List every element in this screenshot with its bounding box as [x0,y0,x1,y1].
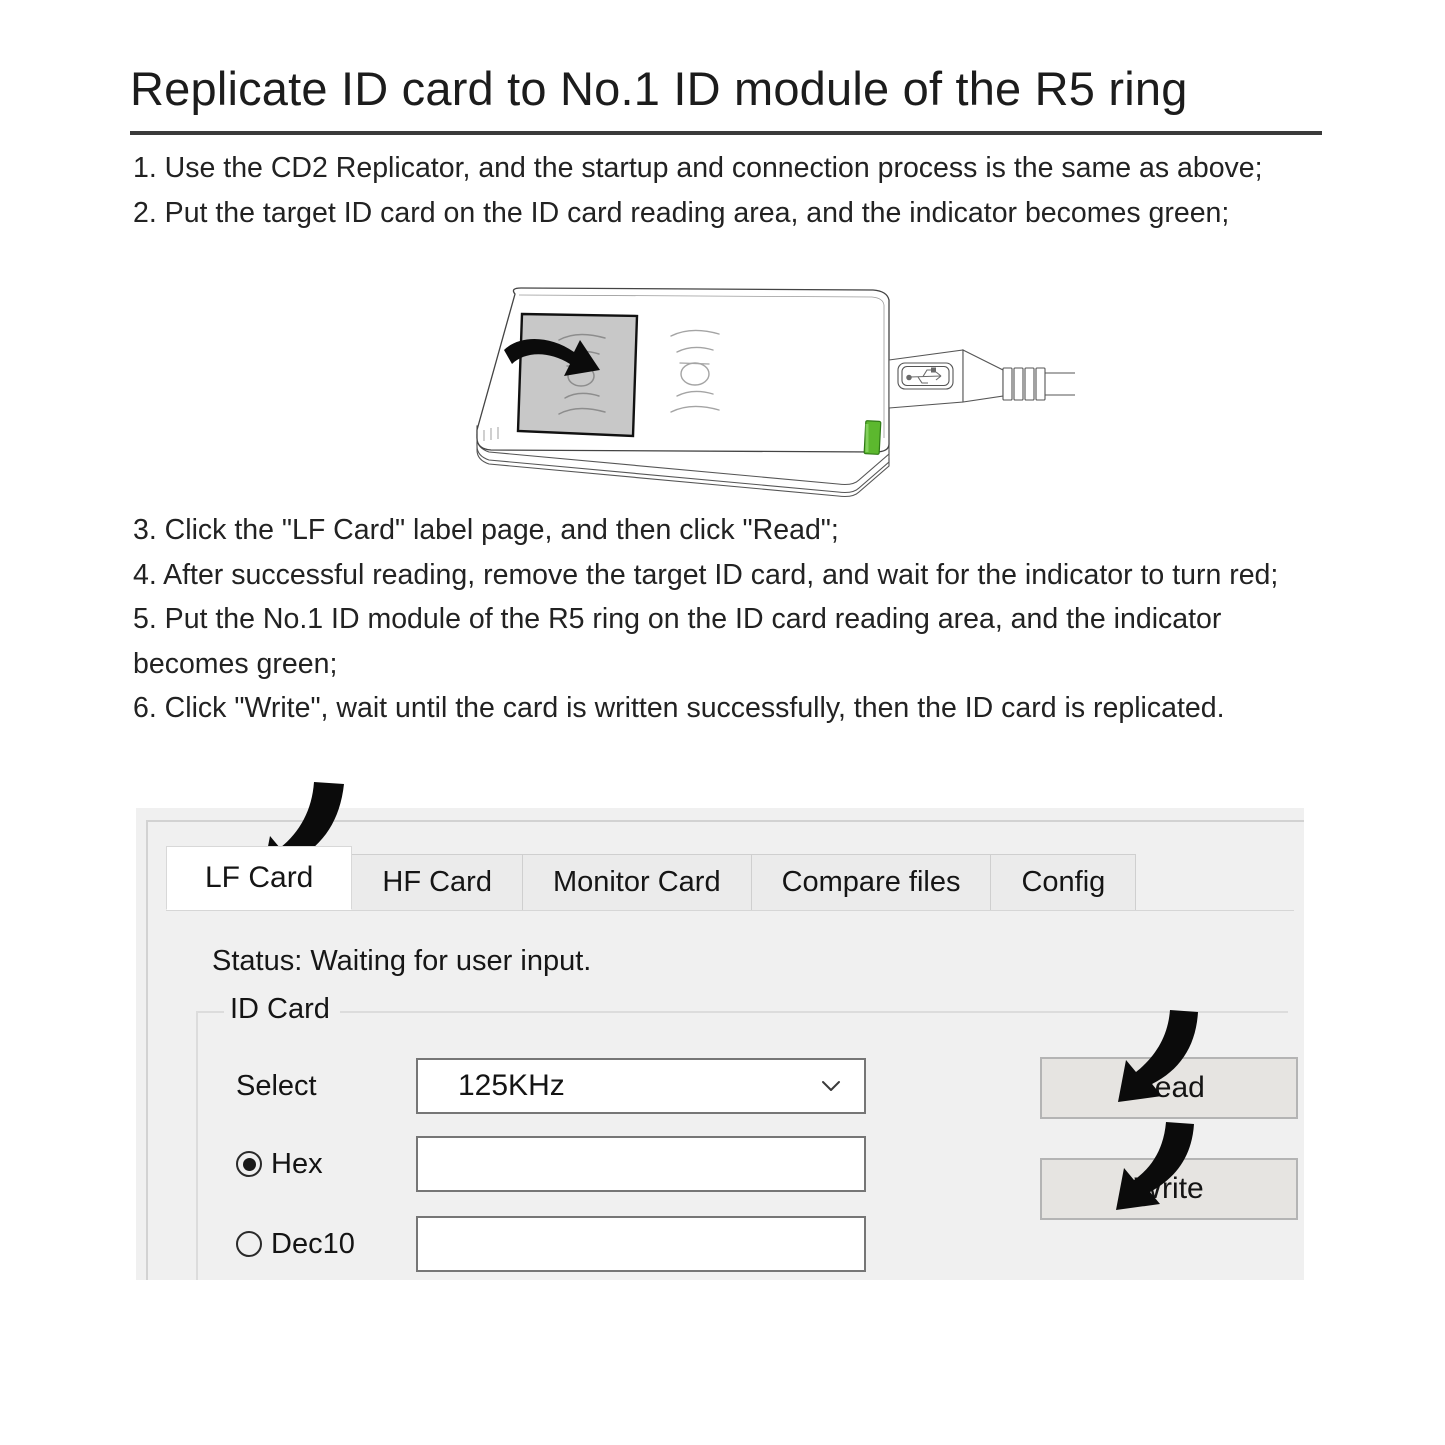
select-label: Select [236,1069,317,1102]
step-2: 2. Put the target ID card on the ID card… [133,196,1230,229]
step-4: 4. After successful reading, remove the … [133,558,1279,591]
panel-frame: LF Card HF Card Monitor Card Compare fil… [146,820,1304,1280]
dec10-row: Dec10 [236,1216,866,1272]
device-illustration [455,278,1075,508]
document-page: Replicate ID card to No.1 ID module of t… [0,0,1445,1445]
select-row: Select 125KHz [236,1058,866,1114]
steps-upper: 1. Use the CD2 Replicator, and the start… [133,146,1325,235]
application-screenshot: LF Card HF Card Monitor Card Compare fil… [136,808,1304,1280]
id-card-group-label: ID Card [224,993,340,1026]
chevron-down-icon [822,1081,840,1091]
tab-compare-files[interactable]: Compare files [750,854,992,910]
write-button[interactable]: Write [1040,1158,1298,1220]
tab-monitor-card[interactable]: Monitor Card [521,854,752,910]
dec10-radio[interactable]: Dec10 [236,1228,416,1261]
tab-bar: LF Card HF Card Monitor Card Compare fil… [166,846,1137,910]
step-1: 1. Use the CD2 Replicator, and the start… [133,152,1263,184]
hex-radio-indicator [236,1151,262,1177]
tab-hf-card-label: HF Card [382,866,492,898]
tab-lf-card[interactable]: LF Card [166,846,353,910]
id-card-group: ID Card Select 125KHz Hex Dec10 Read Wri… [196,993,1298,1280]
tab-compare-files-label: Compare files [781,866,961,898]
frequency-select[interactable]: 125KHz [416,1058,866,1114]
read-button-label: Read [1133,1071,1205,1104]
tab-config[interactable]: Config [990,854,1137,910]
hex-radio-label: Hex [271,1147,323,1180]
status-text: Status: Waiting for user input. [212,945,592,977]
frequency-select-value: 125KHz [458,1069,565,1102]
step-5: 5. Put the No.1 ID module of the R5 ring… [133,603,1222,680]
hex-radio[interactable]: Hex [236,1148,416,1181]
page-title: Replicate ID card to No.1 ID module of t… [130,62,1188,115]
dec10-input[interactable] [416,1216,866,1272]
tab-panel-lf-card: Status: Waiting for user input. ID Card … [166,910,1298,1280]
status-led-green [863,420,882,455]
write-button-label: Write [1134,1172,1204,1205]
dec10-radio-indicator [236,1231,262,1257]
tab-lf-card-label: LF Card [205,861,314,894]
read-button[interactable]: Read [1040,1057,1298,1119]
tab-monitor-card-label: Monitor Card [552,866,721,898]
hex-row: Hex [236,1136,866,1192]
usb-connector [888,349,1075,409]
step-6: 6. Click "Write", wait until the card is… [133,692,1225,724]
tab-hf-card[interactable]: HF Card [351,854,523,910]
step-3: 3. Click the "LF Card" label page, and t… [133,514,839,546]
dec10-radio-label: Dec10 [271,1227,355,1260]
tab-config-label: Config [1021,866,1106,898]
title-divider [130,131,1322,135]
target-id-card [516,312,639,438]
steps-lower: 3. Click the "LF Card" label page, and t… [133,508,1325,731]
hex-input[interactable] [416,1136,866,1192]
